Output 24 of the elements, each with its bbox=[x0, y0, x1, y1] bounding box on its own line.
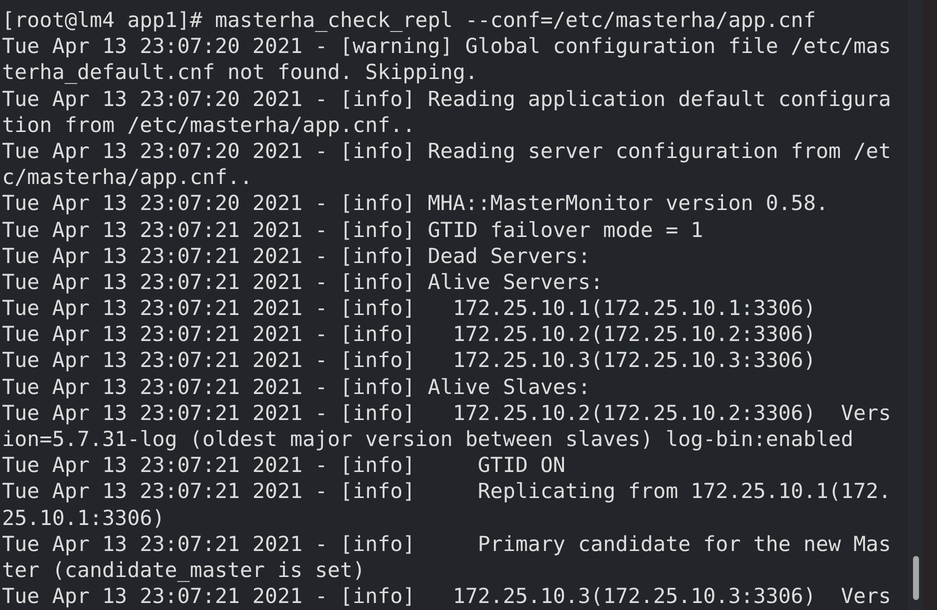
terminal-line: Tue Apr 13 23:07:20 2021 - [info] Reading application default configura bbox=[2, 86, 892, 112]
terminal-line: Tue Apr 13 23:07:21 2021 - [info] 172.25.10.1(172.25.10.1:3306) bbox=[2, 295, 817, 322]
terminal-line: ion=5.7.31-log (oldest major version between slaves) log-bin:enabled bbox=[2, 426, 854, 452]
terminal-line: Tue Apr 13 23:07:21 2021 - [info] Alive Slaves: bbox=[2, 374, 592, 400]
terminal-line: terha_default.cnf not found. Skipping. bbox=[2, 59, 479, 86]
terminal-line: tion from /etc/masterha/app.cnf.. bbox=[2, 112, 416, 138]
terminal-line: Tue Apr 13 23:07:21 2021 - [info] 172.25.10.2(172.25.10.2:3306) Vers bbox=[2, 400, 892, 426]
terminal-line: 25.10.1:3306) bbox=[2, 504, 166, 531]
scrollbar-thumb[interactable] bbox=[913, 556, 919, 600]
terminal-line: Tue Apr 13 23:07:20 2021 - [info] Reading server configuration from /et bbox=[2, 138, 892, 164]
terminal-line: Tue Apr 13 23:07:20 2021 - [info] MHA::MasterMonitor version 0.58. bbox=[2, 190, 830, 216]
terminal-line: c/masterha/app.cnf.. bbox=[2, 164, 254, 190]
terminal-line: Tue Apr 13 23:07:21 2021 - [info] Replicating from 172.25.10.1(172. bbox=[2, 478, 892, 505]
terminal-line: Tue Apr 13 23:07:21 2021 - [info] GTID failover mode = 1 bbox=[2, 216, 704, 243]
terminal-line: Tue Apr 13 23:07:21 2021 - [info] Dead Servers: bbox=[2, 242, 592, 269]
terminal-line: Tue Apr 13 23:07:21 2021 - [info] 172.25.10.2(172.25.10.2:3306) bbox=[2, 321, 817, 348]
terminal-line: Tue Apr 13 23:07:21 2021 - [info] GTID ON bbox=[2, 452, 566, 478]
terminal-line: ter (candidate_master is set) bbox=[2, 556, 366, 584]
terminal-line: Tue Apr 13 23:07:20 2021 - [warning] Global configuration file /etc/mas bbox=[2, 33, 892, 60]
terminal-line: [root@lm4 app1]# masterha_check_repl --conf=/etc/masterha/app.cnf bbox=[2, 7, 817, 34]
terminal-line: Tue Apr 13 23:07:21 2021 - [info] 172.25.10.3(172.25.10.3:3306) bbox=[2, 347, 817, 374]
terminal-line: Tue Apr 13 23:07:21 2021 - [info] Primary candidate for the new Mas bbox=[2, 530, 892, 557]
terminal-line: Tue Apr 13 23:07:21 2021 - [info] 172.25.10.3(172.25.10.3:3306) Vers bbox=[2, 583, 892, 610]
terminal-line: Tue Apr 13 23:07:21 2021 - [info] Alive Servers: bbox=[2, 268, 604, 296]
